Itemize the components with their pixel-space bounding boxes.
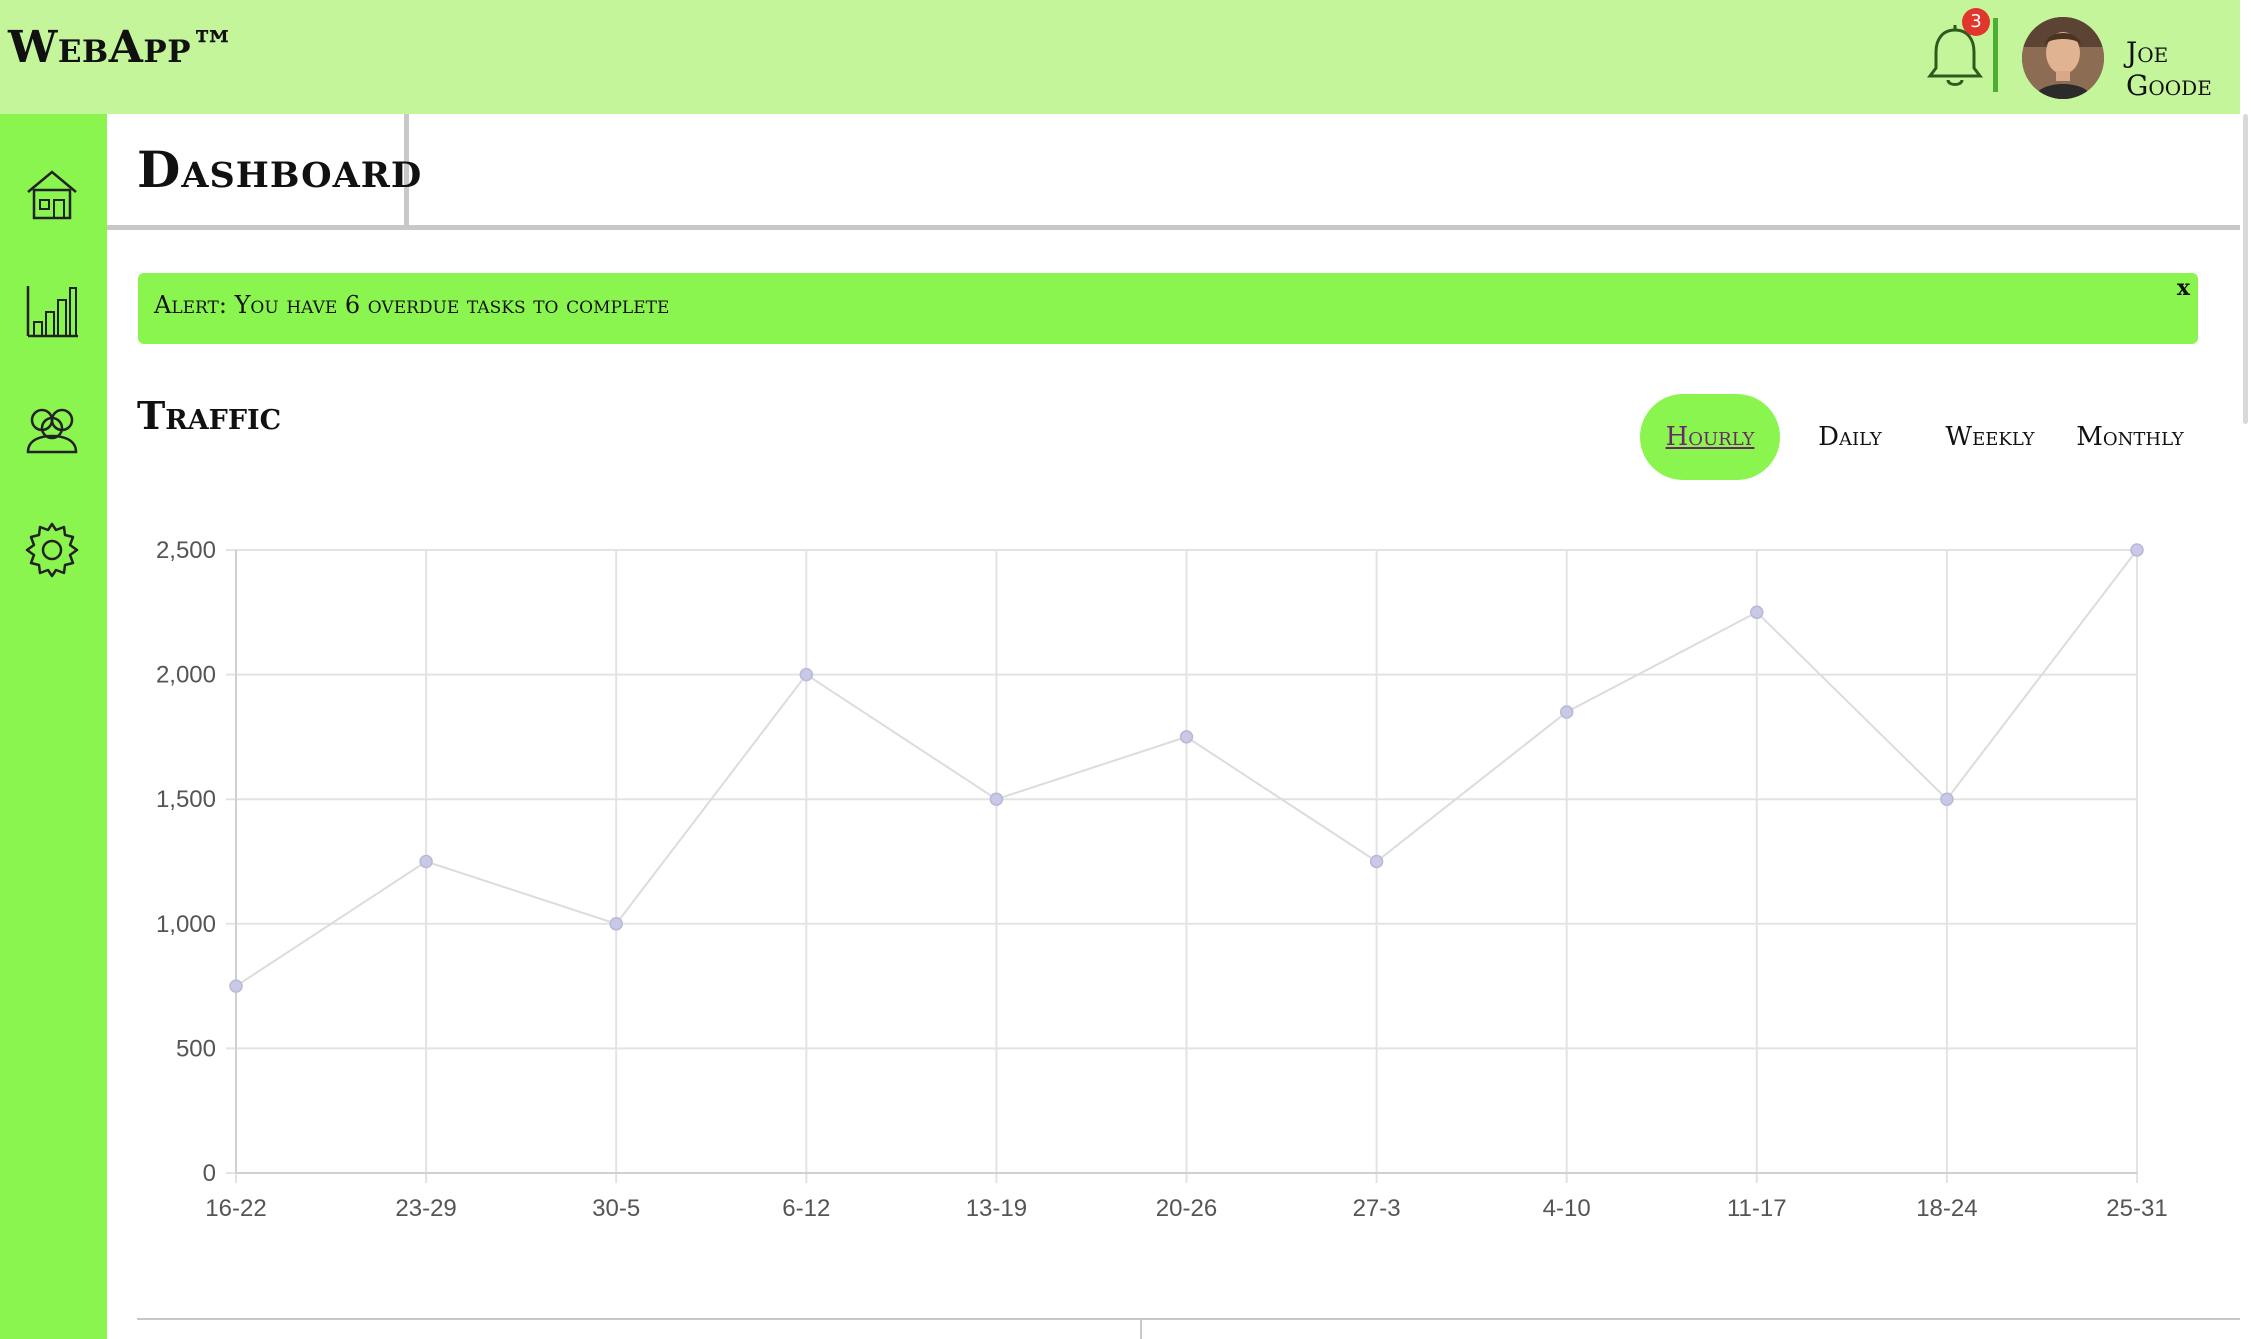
user-name[interactable]: Joe Goode xyxy=(2126,36,2251,102)
data-point xyxy=(799,667,814,682)
user-avatar[interactable] xyxy=(2022,17,2104,99)
app-brand[interactable]: WebApp™ xyxy=(8,22,236,73)
y-tick-label: 1,500 xyxy=(156,786,216,813)
next-section-border xyxy=(137,1318,2240,1320)
x-tick-label: 6-12 xyxy=(782,1195,830,1222)
data-point xyxy=(1940,792,1954,806)
notification-badge: 3 xyxy=(1962,8,1990,36)
x-tick-label: 27-3 xyxy=(1353,1195,1401,1222)
x-tick-label: 18-24 xyxy=(1916,1195,1977,1222)
data-point xyxy=(1369,854,1384,869)
tab-hourly[interactable]: Hourly xyxy=(1640,394,1780,480)
users-icon xyxy=(26,408,78,454)
alert-banner: Alert: You have 6 overdue tasks to compl… xyxy=(138,273,2198,344)
traffic-title: Traffic xyxy=(137,393,282,438)
data-point xyxy=(1750,605,1764,620)
data-point xyxy=(1559,705,1574,719)
sidebar-item-home[interactable] xyxy=(22,164,82,224)
traffic-tabs: Hourly Daily Weekly Monthly xyxy=(1640,394,2200,480)
x-tick-label: 4-10 xyxy=(1543,1195,1591,1222)
tab-daily[interactable]: Daily xyxy=(1780,394,1920,480)
sidebar xyxy=(0,114,107,1339)
x-tick-label: 11-17 xyxy=(1727,1195,1787,1222)
top-header: WebApp™ 3 Joe Goode xyxy=(0,0,2251,114)
data-point xyxy=(1179,730,1194,744)
page-title: Dashboard xyxy=(137,140,423,199)
data-point xyxy=(229,979,243,993)
tab-monthly[interactable]: Monthly xyxy=(2060,394,2200,480)
header-divider xyxy=(1993,18,1998,92)
x-tick-label: 30-5 xyxy=(592,1195,640,1222)
y-tick-label: 1,000 xyxy=(156,911,216,938)
data-point xyxy=(609,917,623,931)
dashboard-window: WebApp™ 3 Joe Goode Dashboard Alert: You… xyxy=(0,0,2251,1339)
x-tick-label: 13-19 xyxy=(966,1195,1027,1222)
x-tick-label: 20-26 xyxy=(1156,1195,1217,1222)
alert-text: Alert: You have 6 overdue tasks to compl… xyxy=(154,291,670,319)
x-tick-label: 25-31 xyxy=(2106,1195,2167,1222)
y-tick-label: 2,500 xyxy=(156,537,216,564)
data-point xyxy=(989,792,1004,806)
title-underline xyxy=(409,225,2240,230)
sidebar-item-members[interactable] xyxy=(22,400,82,460)
sidebar-item-analytics[interactable] xyxy=(22,282,82,342)
scrollbar-thumb[interactable] xyxy=(2243,114,2248,424)
data-point xyxy=(419,854,433,869)
alert-close-button[interactable]: x xyxy=(2177,275,2190,301)
gear-icon xyxy=(25,522,79,578)
y-tick-label: 2,000 xyxy=(156,662,216,689)
data-point xyxy=(2130,543,2144,557)
next-section-divider xyxy=(1140,1318,1142,1339)
bar-chart-icon xyxy=(26,286,78,338)
traffic-chart: 0 500 1,000 1,500 2,000 2,500 16-22 23-29 30-5 6-… xyxy=(156,537,2168,1222)
house-icon xyxy=(27,170,77,220)
x-tick-label: 16-22 xyxy=(205,1195,266,1222)
x-tick-label: 23-29 xyxy=(395,1195,456,1222)
y-tick-label: 500 xyxy=(176,1035,216,1062)
y-tick-label: 0 xyxy=(203,1160,216,1187)
tab-weekly[interactable]: Weekly xyxy=(1920,394,2060,480)
sidebar-item-settings[interactable] xyxy=(22,520,82,580)
